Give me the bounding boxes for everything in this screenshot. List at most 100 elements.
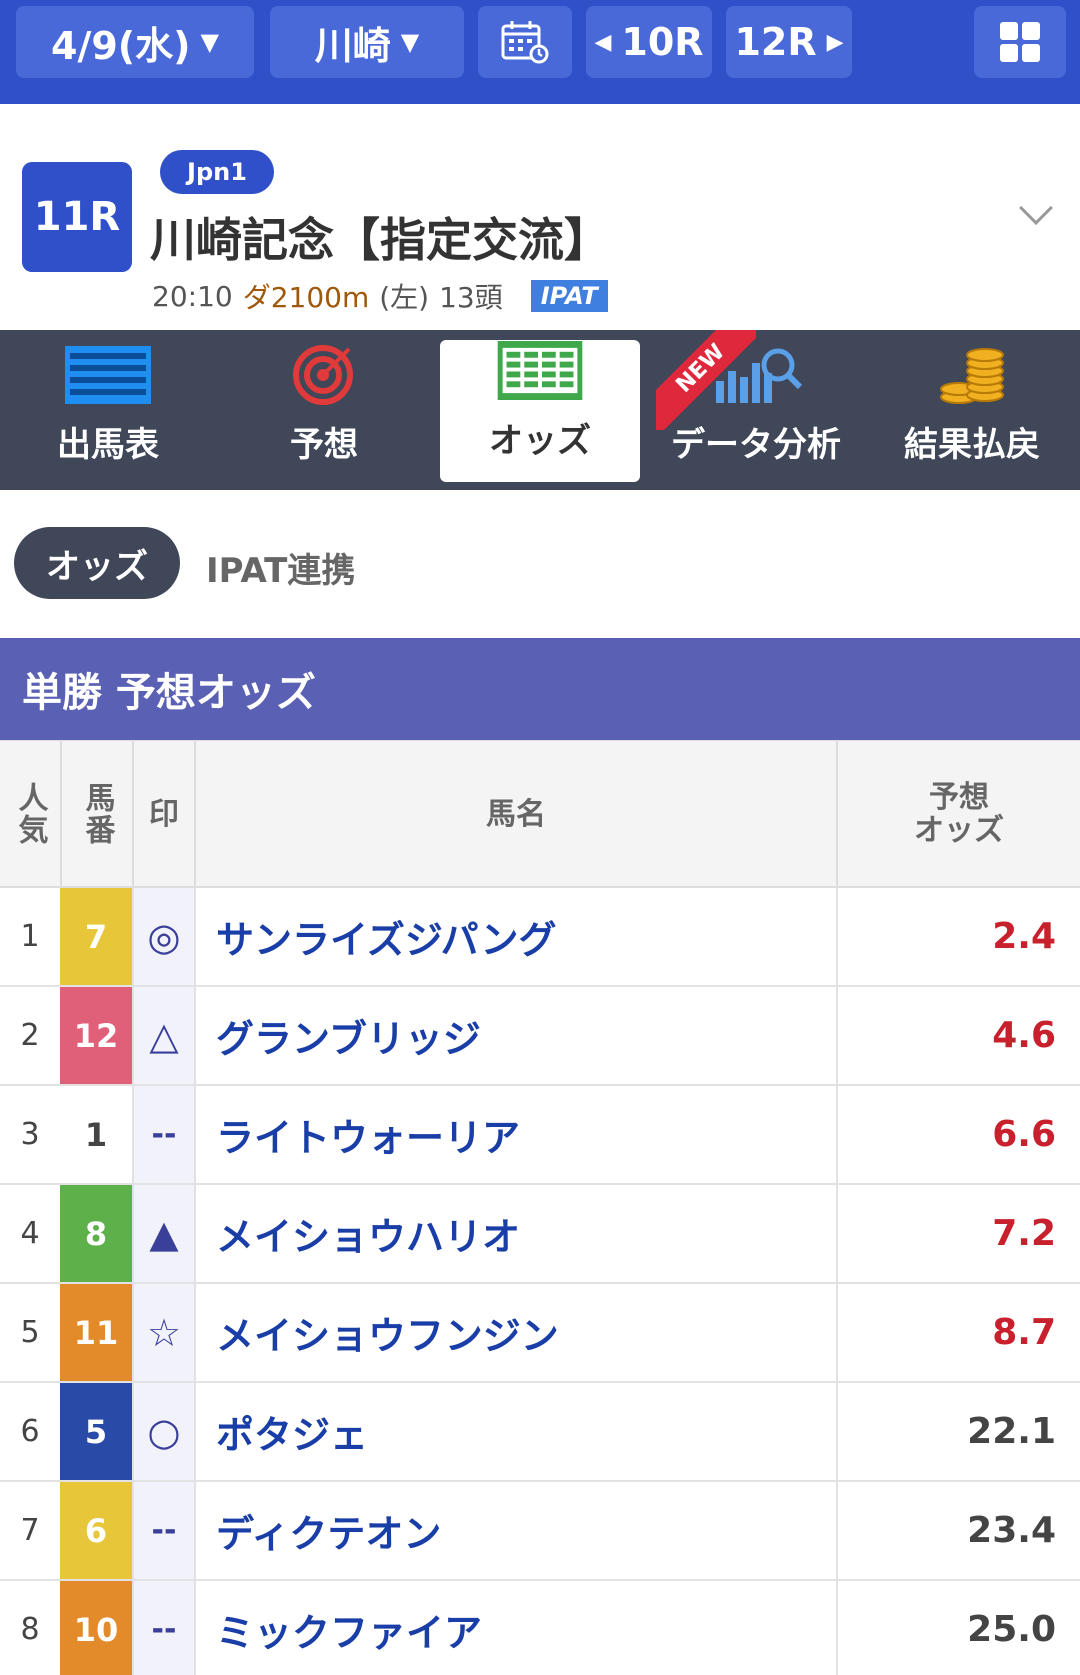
mark-symbol: ▲ <box>149 1211 179 1256</box>
header-horse-number: 馬番 <box>60 741 132 887</box>
triangle-right-icon: ▶ <box>826 29 844 55</box>
horse-number: 5 <box>60 1383 132 1480</box>
header-odds-line2: オッズ <box>914 813 1004 848</box>
popularity-rank: 1 <box>20 919 40 954</box>
horse-name-link[interactable]: ライトウォーリア <box>194 1086 836 1183</box>
header-mark: 印 <box>132 741 194 887</box>
tab-results[interactable]: 結果払戻 <box>864 330 1080 490</box>
popularity-rank: 5 <box>20 1315 40 1350</box>
odds-table: 人気 馬番 印 馬名 予想 オッズ 1 7 ◎ サンライズジパング 2.4 2 12 △ グラン… <box>0 740 1080 1675</box>
prediction-mark: △ <box>132 987 194 1084</box>
popularity-rank: 6 <box>20 1414 40 1449</box>
horse-number: 8 <box>60 1185 132 1282</box>
tab-prediction[interactable]: 予想 <box>216 330 432 490</box>
popularity-rank: 8 <box>20 1612 40 1647</box>
odds-value: 7.2 <box>836 1185 1080 1282</box>
header-horse-name: 馬名 <box>194 741 836 887</box>
mark-symbol: -- <box>151 1513 177 1548</box>
target-icon <box>293 345 353 405</box>
ipat-badge: IPAT <box>530 280 608 312</box>
table-row[interactable]: 5 11 ☆ メイショウフンジン 8.7 <box>0 1284 1080 1383</box>
prev-race-label: 10R <box>621 20 704 64</box>
prediction-mark: ▲ <box>132 1185 194 1282</box>
new-badge-label: NEW <box>656 330 756 430</box>
odds-sheet-icon <box>497 340 583 401</box>
date-selector[interactable]: 4/9(水) ▼ <box>16 6 254 78</box>
mark-symbol: -- <box>151 1117 177 1152</box>
horse-name-link[interactable]: ポタジェ <box>194 1383 836 1480</box>
prediction-mark: -- <box>132 1086 194 1183</box>
grade-badge: Jpn1 <box>160 150 274 194</box>
table-row[interactable]: 6 5 ○ ポタジェ 22.1 <box>0 1383 1080 1482</box>
tab-label: 出馬表 <box>57 425 159 465</box>
table-row[interactable]: 8 10 -- ミックファイア 25.0 <box>0 1581 1080 1675</box>
horse-number: 10 <box>60 1581 132 1675</box>
horse-name-link[interactable]: サンライズジパング <box>194 888 836 985</box>
subtab-ipat-link[interactable]: IPAT連携 <box>206 543 355 592</box>
venue-label: 川崎 <box>314 23 391 68</box>
header-rank: 人気 <box>12 782 48 846</box>
odds-value: 8.7 <box>836 1284 1080 1381</box>
coins-icon <box>940 348 1004 404</box>
tab-label: オッズ <box>489 421 591 461</box>
race-time: 20:10 <box>152 279 233 313</box>
odds-value: 25.0 <box>836 1581 1080 1675</box>
prediction-mark: -- <box>132 1581 194 1675</box>
venue-selector[interactable]: 川崎 ▼ <box>270 6 464 78</box>
horse-name-link[interactable]: グランブリッジ <box>194 987 836 1084</box>
tab-label: 予想 <box>290 425 358 465</box>
popularity-rank: 2 <box>20 1018 40 1053</box>
horse-name-link[interactable]: ミックファイア <box>194 1581 836 1675</box>
table-row[interactable]: 7 6 -- ディクテオン 23.4 <box>0 1482 1080 1581</box>
horse-number: 11 <box>60 1284 132 1381</box>
race-meta: 20:10 ダ2100m (左) 13頭 IPAT <box>152 276 608 316</box>
prediction-mark: -- <box>132 1482 194 1579</box>
next-race-button[interactable]: 12R ▶ <box>726 6 852 78</box>
table-row[interactable]: 3 1 -- ライトウォーリア 6.6 <box>0 1086 1080 1185</box>
race-direction: (左) <box>379 281 430 314</box>
table-row[interactable]: 4 8 ▲ メイショウハリオ 7.2 <box>0 1185 1080 1284</box>
race-number-badge: 11R <box>22 162 132 272</box>
tab-label: 結果払戻 <box>904 425 1040 465</box>
table-body: 1 7 ◎ サンライズジパング 2.4 2 12 △ グランブリッジ 4.6 3 1 -- ライトウォーリ… <box>0 888 1080 1675</box>
prediction-mark: ○ <box>132 1383 194 1480</box>
date-label: 4/9(水) <box>51 23 191 68</box>
odds-value: 2.4 <box>836 888 1080 985</box>
table-header: 人気 馬番 印 馬名 予想 オッズ <box>0 740 1080 888</box>
horse-name-link[interactable]: ディクテオン <box>194 1482 836 1579</box>
next-race-label: 12R <box>734 20 817 64</box>
entries-table-icon <box>65 346 151 404</box>
top-bar: 4/9(水) ▼ 川崎 ▼ ◀ 10R 12R ▶ <box>0 0 1080 104</box>
race-tab-nav: 出馬表 予想 オッズ データ分析 結果払戻 <box>0 330 1080 490</box>
triangle-left-icon: ◀ <box>594 29 612 55</box>
horse-number: 7 <box>60 888 132 985</box>
calendar-button[interactable] <box>478 6 572 78</box>
popularity-rank: 4 <box>20 1216 40 1251</box>
mark-symbol: -- <box>151 1612 177 1647</box>
popularity-rank: 3 <box>20 1117 40 1152</box>
prev-race-button[interactable]: ◀ 10R <box>586 6 712 78</box>
tab-odds[interactable]: オッズ <box>440 340 640 482</box>
chevron-down-icon[interactable] <box>1019 191 1053 225</box>
odds-value: 6.6 <box>836 1086 1080 1183</box>
caret-down-icon: ▼ <box>200 28 219 56</box>
subtab-odds[interactable]: オッズ <box>14 527 180 599</box>
odds-value: 4.6 <box>836 987 1080 1084</box>
popularity-rank: 7 <box>20 1513 40 1548</box>
race-distance: ダ2100m <box>242 281 370 314</box>
horse-number: 12 <box>60 987 132 1084</box>
table-row[interactable]: 2 12 △ グランブリッジ 4.6 <box>0 987 1080 1086</box>
mark-symbol: ◎ <box>147 914 181 959</box>
mark-symbol: △ <box>149 1013 179 1058</box>
caret-down-icon: ▼ <box>400 28 420 56</box>
calendar-icon <box>501 21 549 64</box>
header-odds: 予想 オッズ <box>836 741 1080 887</box>
section-title: 単勝 予想オッズ <box>0 638 1080 740</box>
horse-name-link[interactable]: メイショウフンジン <box>194 1284 836 1381</box>
tab-entries[interactable]: 出馬表 <box>0 330 216 490</box>
race-list-button[interactable] <box>974 6 1066 78</box>
mark-symbol: ○ <box>147 1409 181 1454</box>
horse-name-link[interactable]: メイショウハリオ <box>194 1185 836 1282</box>
odds-value: 22.1 <box>836 1383 1080 1480</box>
table-row[interactable]: 1 7 ◎ サンライズジパング 2.4 <box>0 888 1080 987</box>
